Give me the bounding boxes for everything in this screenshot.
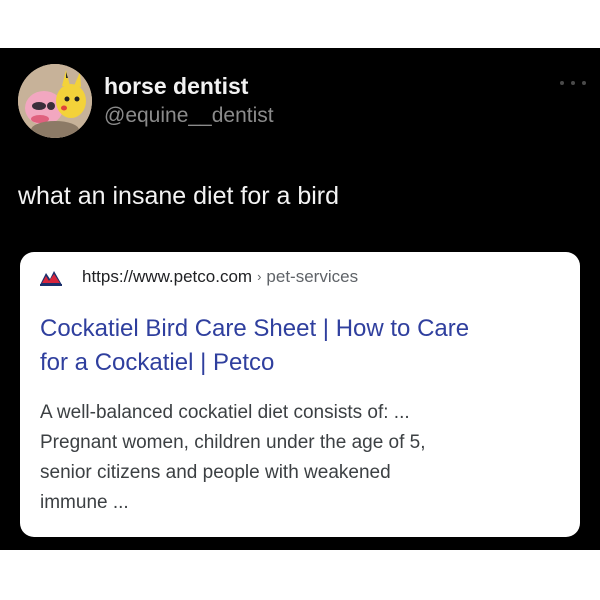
breadcrumb-separator: › (257, 269, 262, 284)
result-title-link[interactable]: Cockatiel Bird Care Sheet | How to Care … (40, 312, 570, 380)
more-dot (571, 81, 575, 85)
tweet-container: horse dentist @equine__dentist what an i… (0, 48, 600, 550)
result-breadcrumb[interactable]: https://www.petco.com › pet-services (82, 266, 358, 289)
avatar[interactable] (18, 64, 92, 138)
more-dot (560, 81, 564, 85)
result-path[interactable]: pet-services (266, 267, 358, 286)
petco-logo-icon (38, 267, 64, 287)
display-name[interactable]: horse dentist (104, 72, 248, 100)
result-url[interactable]: https://www.petco.com (82, 267, 252, 286)
tweet-text: what an insane diet for a bird (18, 182, 340, 210)
more-dot (582, 81, 586, 85)
result-snippet: A well-balanced cockatiel diet consists … (40, 402, 426, 513)
user-handle[interactable]: @equine__dentist (104, 103, 274, 129)
more-options-icon[interactable] (560, 76, 586, 90)
search-result-card[interactable]: https://www.petco.com › pet-services Cocka… (20, 252, 580, 537)
